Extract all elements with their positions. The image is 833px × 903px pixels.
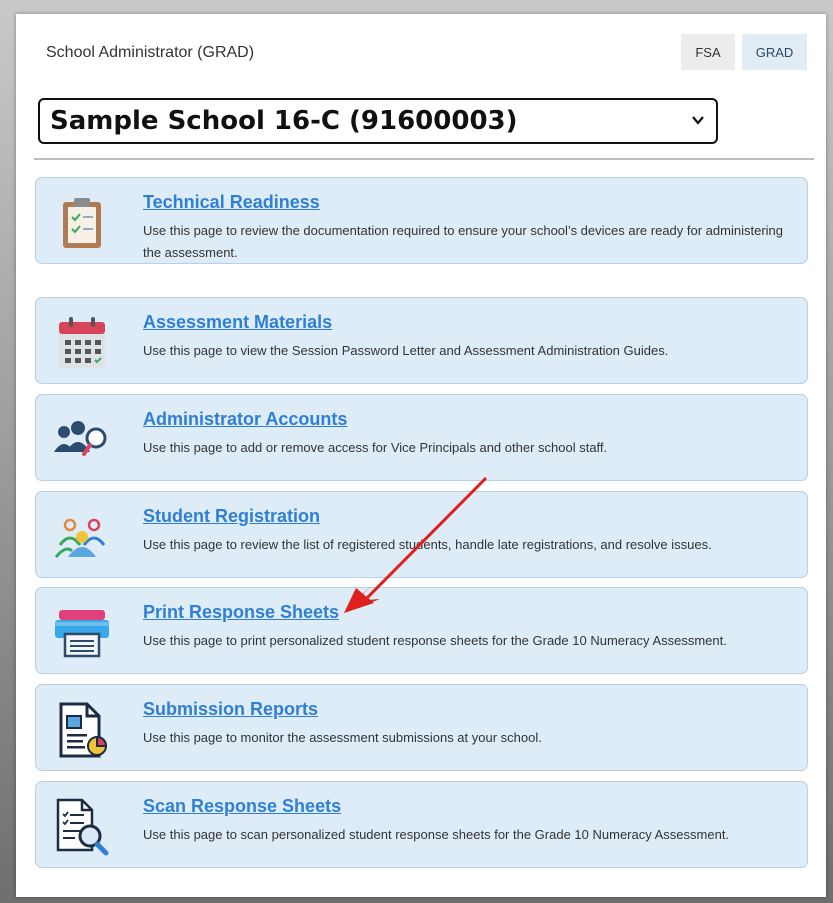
divider xyxy=(34,158,814,160)
grad-toggle-button[interactable]: GRAD xyxy=(742,34,807,70)
document-magnifier-icon xyxy=(52,798,112,856)
card-description: Use this page to review the documentatio… xyxy=(143,223,783,260)
role-title: School Administrator (GRAD) xyxy=(46,44,255,61)
card-description: Use this page to review the list of regi… xyxy=(143,537,712,552)
card-assessment-materials[interactable]: Assessment Materials Use this page to vi… xyxy=(35,297,808,384)
card-title[interactable]: Administrator Accounts xyxy=(143,409,347,430)
card-technical-readiness[interactable]: Technical Readiness Use this page to rev… xyxy=(35,177,808,264)
card-print-response-sheets[interactable]: Print Response Sheets Use this page to p… xyxy=(35,587,808,674)
card-submission-reports[interactable]: Submission Reports Use this page to moni… xyxy=(35,684,808,771)
calendar-icon xyxy=(52,317,112,368)
card-title[interactable]: Submission Reports xyxy=(143,699,318,720)
card-title[interactable]: Scan Response Sheets xyxy=(143,796,341,817)
school-select-value: Sample School 16-C (91600003) xyxy=(50,106,518,136)
card-description: Use this page to scan personalized stude… xyxy=(143,827,730,842)
card-title[interactable]: Assessment Materials xyxy=(143,312,332,333)
card-scan-response-sheets[interactable]: Scan Response Sheets Use this page to sc… xyxy=(35,781,808,868)
fsa-toggle-button[interactable]: FSA xyxy=(681,34,735,70)
report-chart-icon xyxy=(52,702,112,758)
user-search-icon xyxy=(52,415,112,465)
card-title[interactable]: Technical Readiness xyxy=(143,192,320,213)
clipboard-checklist-icon xyxy=(52,198,112,248)
card-description: Use this page to monitor the assessment … xyxy=(143,730,542,745)
card-description: Use this page to add or remove access fo… xyxy=(143,440,608,455)
card-title[interactable]: Student Registration xyxy=(143,506,320,527)
card-title[interactable]: Print Response Sheets xyxy=(143,602,339,623)
admin-panel: School Administrator (GRAD) FSA GRAD Sam… xyxy=(16,14,826,897)
card-description: Use this page to view the Session Passwo… xyxy=(143,343,669,358)
printer-icon xyxy=(52,608,112,658)
card-administrator-accounts[interactable]: Administrator Accounts Use this page to … xyxy=(35,394,808,481)
card-student-registration[interactable]: Student Registration Use this page to re… xyxy=(35,491,808,578)
chevron-down-icon xyxy=(692,112,704,128)
card-description: Use this page to print personalized stud… xyxy=(143,633,727,648)
student-group-icon xyxy=(52,512,112,562)
school-select[interactable]: Sample School 16-C (91600003) xyxy=(38,98,718,144)
